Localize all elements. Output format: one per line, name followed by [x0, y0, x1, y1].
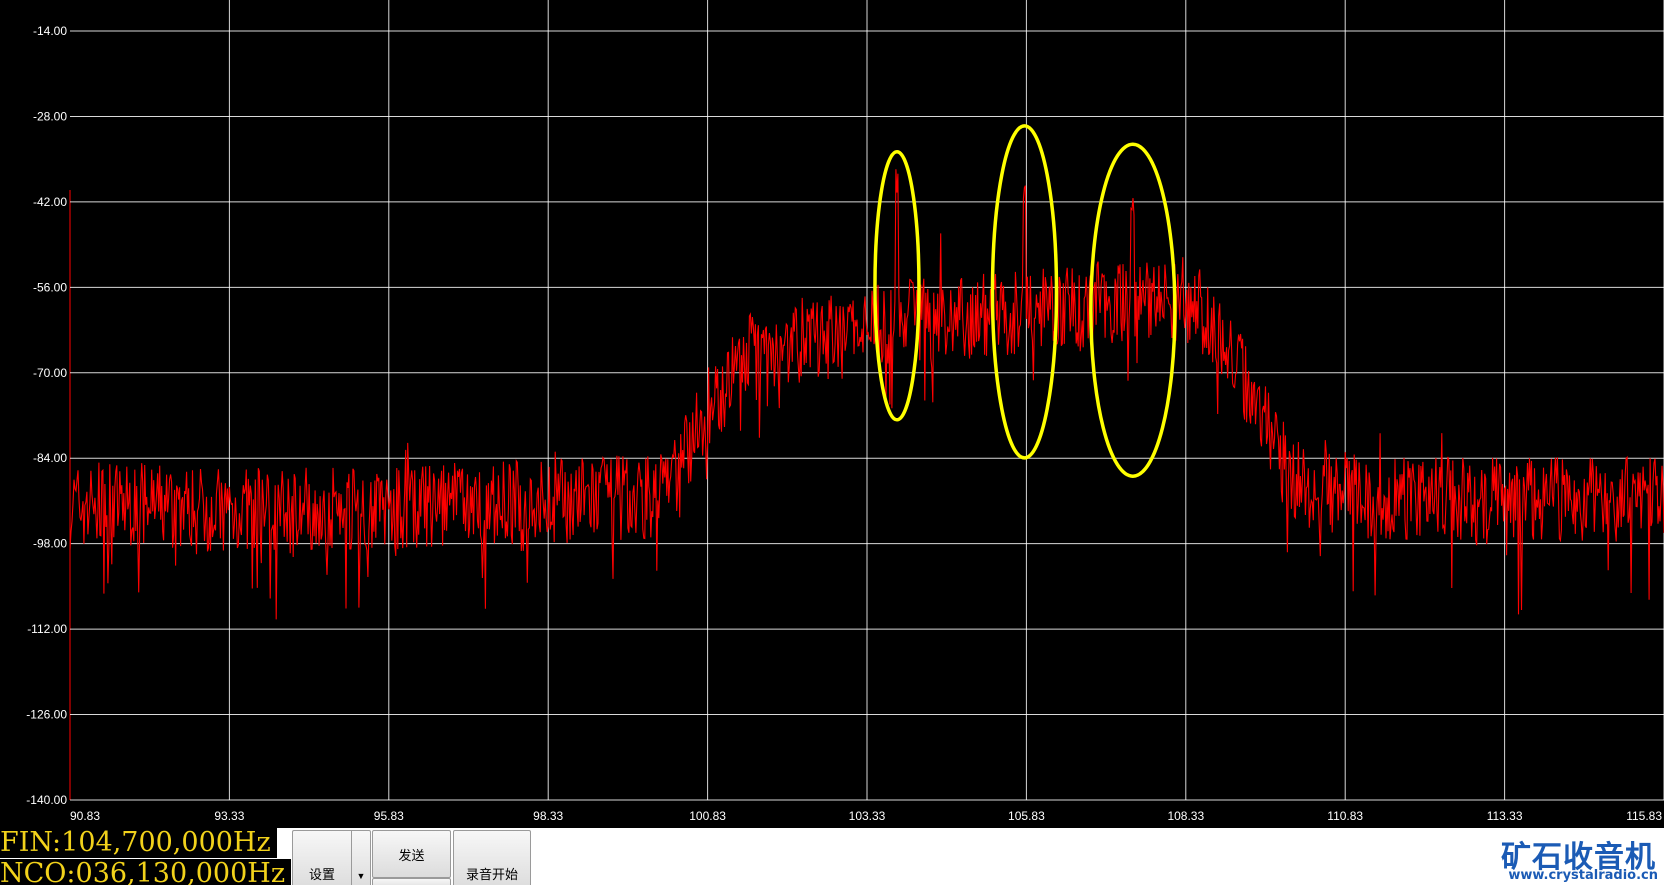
x-tick-label: 98.33	[533, 809, 563, 823]
settings-button[interactable]: 设置	[292, 830, 351, 885]
spectrum-plot[interactable]: -14.00 -28.00 -42.00 -56.00 -70.00 -84.00 -98.…	[0, 0, 1664, 828]
sdr-spectrum-window: -14.00 -28.00 -42.00 -56.00 -70.00 -84.00 -98.…	[0, 0, 1664, 885]
send-secondary-button[interactable]	[372, 878, 451, 885]
y-tick-label: -42.00	[33, 195, 67, 209]
x-tick-label: 103.33	[849, 809, 886, 823]
spectrum-chart: -14.00 -28.00 -42.00 -56.00 -70.00 -84.00 -98.…	[26, 0, 1664, 823]
x-tick-label: 90.83	[70, 809, 100, 823]
settings-button-label: 设置	[308, 867, 335, 882]
chevron-down-icon: ▼	[356, 871, 366, 881]
y-tick-label: -70.00	[33, 366, 67, 380]
fin-frequency-readout: FIN:104,700,000Hz	[0, 828, 277, 858]
y-tick-label: -112.00	[27, 622, 67, 636]
settings-dropdown-button[interactable]: ▼	[351, 830, 371, 885]
y-tick-label: -84.00	[33, 451, 67, 465]
record-button-label: 录音开始	[465, 867, 518, 882]
y-tick-label: -28.00	[33, 109, 67, 123]
x-tick-label: 108.33	[1167, 809, 1204, 823]
x-tick-label: 115.83	[1626, 809, 1662, 823]
y-tick-label: -98.00	[33, 537, 67, 551]
control-bar: FIN:104,700,000Hz NCO:036,130,000Hz 设置 ▼…	[0, 828, 1664, 885]
x-tick-label: 93.33	[214, 809, 244, 823]
brand-url: www.crystalradio.cn	[1508, 868, 1658, 883]
nco-frequency-readout: NCO:036,130,000Hz	[0, 859, 292, 885]
x-tick-label: 113.33	[1487, 809, 1523, 823]
x-tick-label: 110.83	[1327, 809, 1363, 823]
y-tick-label: -140.00	[26, 793, 67, 807]
y-tick-label: -14.00	[33, 24, 67, 38]
y-tick-label: -56.00	[33, 280, 67, 294]
x-tick-label: 100.83	[689, 809, 726, 823]
send-button[interactable]: 发送	[372, 830, 451, 878]
record-start-button[interactable]: 录音开始	[453, 830, 531, 885]
x-tick-label: 105.83	[1008, 809, 1045, 823]
send-button-label: 发送	[398, 847, 425, 863]
x-tick-label: 95.83	[374, 809, 404, 823]
y-tick-label: -126.00	[26, 708, 67, 722]
